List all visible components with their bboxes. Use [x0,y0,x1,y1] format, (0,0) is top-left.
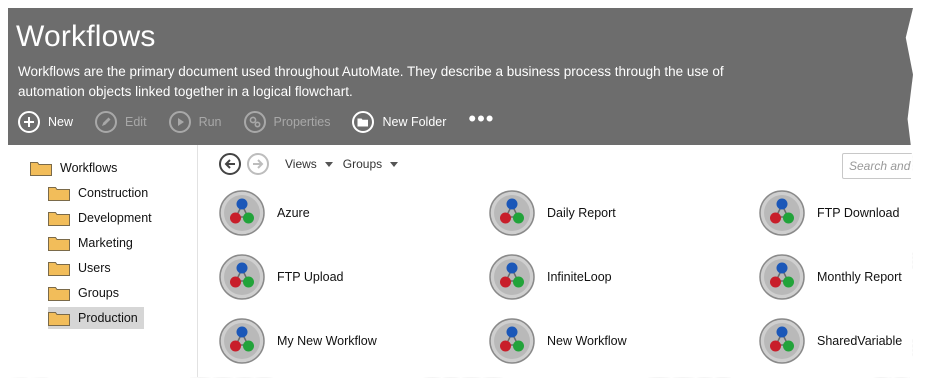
workflow-name: Monthly Report [817,270,902,284]
page-title: Workflows [16,20,156,53]
tree-item-label: Groups [78,286,119,300]
tree-item-label: Development [78,211,152,225]
gears-icon [243,111,266,133]
workflow-icon [489,190,535,236]
tree-item-label: Production [78,311,138,325]
workflow-icon [759,254,805,300]
workflow-item-azure[interactable]: Azure [219,190,310,236]
workflow-item-daily-report[interactable]: Daily Report [489,190,616,236]
workflow-name: Azure [277,206,310,220]
arrow-right-icon [253,159,264,169]
workflow-icon [219,318,265,364]
chevron-down-icon [324,161,333,167]
tree-item-production[interactable]: Production [48,307,144,329]
workflow-name: FTP Download [817,206,900,220]
plus-icon [18,111,40,133]
views-dropdown[interactable]: Views [285,157,333,171]
header-panel: Workflows Workflows are the primary docu… [8,8,913,145]
workflow-item-sharedvariable[interactable]: SharedVariable [759,318,902,364]
tree-item-users[interactable]: Users [48,257,117,279]
folder-icon [30,160,52,176]
workflow-icon [219,190,265,236]
folder-icon [48,260,70,276]
folder-open-icon [352,111,375,133]
new-folder-button-label: New Folder [382,115,447,129]
new-button-label: New [48,115,74,129]
workflows-window: Workflows Workflows are the primary docu… [8,8,913,378]
edit-button[interactable]: Edit [95,111,147,133]
run-button[interactable]: Run [168,111,222,133]
tree-item-label: Construction [78,186,149,200]
back-button[interactable] [219,153,241,175]
workflow-item-ftp-download[interactable]: FTP Download [759,190,899,236]
navigation-bar: Views Groups [219,153,399,175]
folder-icon [48,285,70,301]
folder-icon [48,210,70,226]
workflow-item-monthly-report[interactable]: Monthly Report [759,254,902,300]
workflow-name: SharedVariable [817,334,903,348]
workflow-item-my-new-workflow[interactable]: My New Workflow [219,318,377,364]
more-options-button[interactable]: ••• [468,108,494,130]
workflow-name: My New Workflow [277,334,377,348]
workflow-name: InfiniteLoop [547,270,612,284]
workflow-name: FTP Upload [277,270,344,284]
new-button[interactable]: New [18,111,73,133]
run-button-label: Run [198,115,222,129]
tree-item-construction[interactable]: Construction [48,182,154,204]
forward-button[interactable] [247,153,269,175]
chevron-down-icon [390,161,399,167]
workflow-name: Daily Report [547,206,616,220]
tree-item-development[interactable]: Development [48,207,158,229]
pencil-icon [95,111,118,133]
play-icon [168,111,191,133]
workflow-icon [219,254,265,300]
workflow-icon [759,190,805,236]
folder-icon [48,185,70,201]
edit-button-label: Edit [125,115,147,129]
groups-dropdown[interactable]: Groups [342,157,399,171]
workflow-icon [489,318,535,364]
new-folder-button[interactable]: New Folder [352,111,446,133]
folder-icon [48,235,70,251]
folder-tree: Workflows Construction Development Marke… [8,145,198,378]
arrow-left-icon [224,159,235,169]
tree-item-groups[interactable]: Groups [48,282,125,304]
toolbar: New Edit Run Properties New Folder ••• [18,108,517,135]
workflow-name: New Workflow [547,334,627,348]
groups-label: Groups [342,157,383,171]
tree-item-label: Workflows [60,161,118,175]
workflow-item-infiniteloop[interactable]: InfiniteLoop [489,254,612,300]
properties-button[interactable]: Properties [243,111,331,133]
search-input[interactable]: Search and filter [842,153,913,179]
tree-item-label: Marketing [78,236,133,250]
workflow-icon [759,318,805,364]
workflow-list-panel: Views Groups Search and filter Azure [199,145,913,378]
tree-item-label: Users [78,261,111,275]
workflow-item-ftp-upload[interactable]: FTP Upload [219,254,343,300]
views-label: Views [285,157,317,171]
properties-button-label: Properties [273,115,331,129]
folder-icon [48,310,70,326]
workflow-icon [489,254,535,300]
page-description: Workflows are the primary document used … [18,64,724,99]
tree-item-marketing[interactable]: Marketing [48,232,139,254]
workflow-item-new-workflow[interactable]: New Workflow [489,318,627,364]
tree-item-workflows[interactable]: Workflows [30,157,123,179]
